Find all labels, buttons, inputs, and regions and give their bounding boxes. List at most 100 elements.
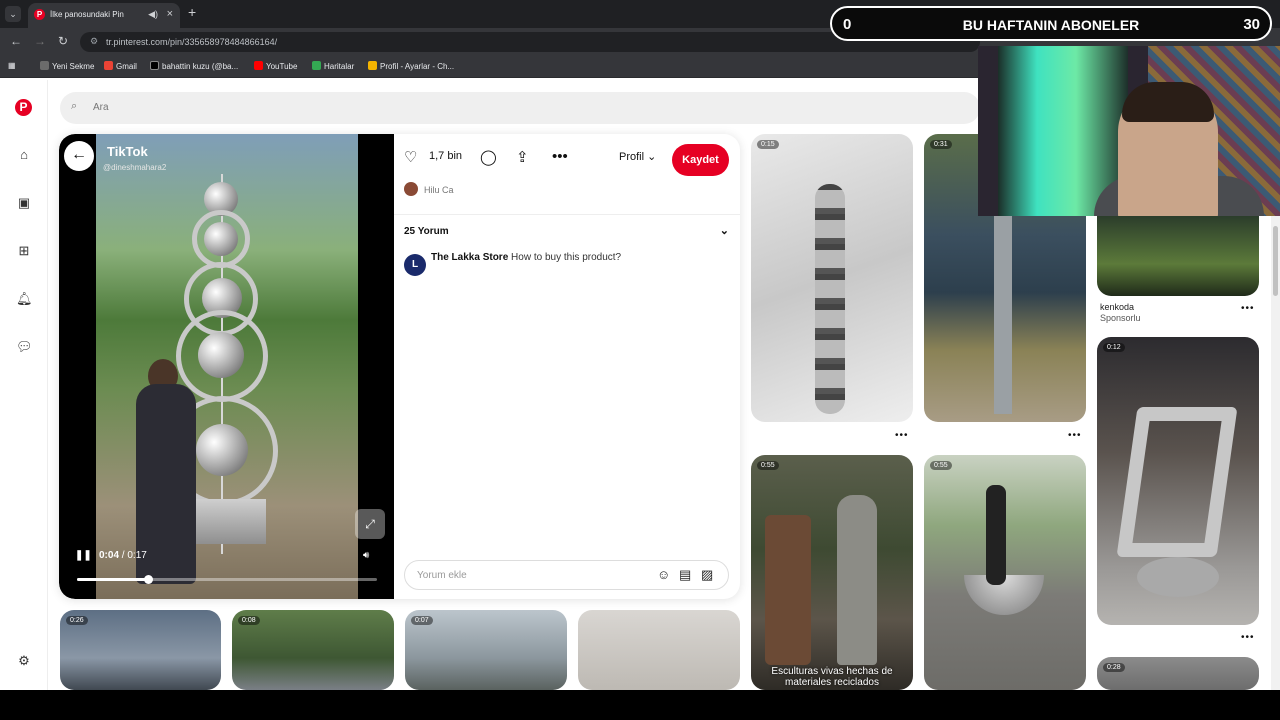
bookmark-profile[interactable]: Profil - Ayarlar - Ch... [368,61,454,71]
pin-video[interactable]: ← TikTok @dineshmahara2 ⤢ ❚❚ 0:04 / 0:17… [59,134,394,599]
pin-duration: 0:55 [930,461,952,470]
grid-pin[interactable]: 0:55 Esculturas vivas hechas de material… [751,455,913,690]
back-arrow-button[interactable]: ← [64,141,94,171]
screen: ⌄ P İlke panosundaki Pin ◀) × + ← → ↻ ⚙ … [0,0,1280,720]
sculpture [994,194,1012,414]
back-icon[interactable]: ← [10,34,22,48]
gmail-icon [104,61,113,70]
profile-board-select[interactable]: Profil ⌄ [619,150,656,163]
grid-pin-sponsored[interactable] [1097,216,1259,296]
comments-header[interactable]: 25 Yorum ⌄ [404,224,729,237]
tab-close-icon[interactable]: × [167,8,173,20]
save-button[interactable]: Kaydet [672,144,729,176]
search-icon: ⌕ [71,100,78,112]
person [986,485,1006,585]
comment-icon[interactable]: ◯ [480,148,497,166]
bookmark-maps[interactable]: Haritalar [312,61,354,71]
grid-pin[interactable]: 0:07 [405,610,567,690]
sponsor-name[interactable]: kenkoda [1100,302,1141,313]
pin-duration: 0:15 [757,140,779,149]
more-options-icon[interactable]: ••• [1241,632,1255,643]
webcam-hair [1122,82,1214,122]
pinterest-favicon-icon: P [34,9,45,20]
chevron-down-icon[interactable]: ⌄ [720,224,729,237]
browser-tab[interactable]: P İlke panosundaki Pin ◀) × [28,3,180,28]
page-scrollbar[interactable] [1271,216,1280,690]
pinterest-sidebar [0,80,48,690]
tab-audio-icon[interactable]: ◀) [148,9,158,20]
volume-icon[interactable]: 🔊︎ [363,550,369,561]
emoji-icon[interactable]: ☺ [657,567,670,582]
bookmark-new-tab[interactable]: Yeni Sekme [40,61,94,71]
pin-duration: 0:07 [411,616,433,625]
reload-icon[interactable]: ↻ [58,34,68,48]
create-icon[interactable]: ⊞ [16,243,32,259]
commenter-name[interactable]: The Lakka Store [431,252,508,263]
sculpture [815,184,845,414]
grid-pin[interactable]: 0:26 [60,610,221,690]
profile-icon [368,61,377,70]
tiktok-handle: @dineshmahara2 [103,163,167,172]
goal-title: BU HAFTANIN ABONELER [962,17,1140,33]
new-tab-button[interactable]: + [188,4,196,20]
divider [394,214,740,215]
commenter-avatar: L [404,254,426,276]
forward-icon[interactable]: → [34,34,46,48]
globe-icon [40,61,49,70]
site-info-icon[interactable]: ⚙ [90,36,98,47]
pin-author[interactable]: Hilu Ca [404,182,454,196]
sponsored-label: Sponsorlu [1100,313,1141,323]
grid-pin[interactable]: 0:15 [751,134,913,422]
person [837,495,877,665]
apps-icon[interactable]: ▦ [8,61,16,70]
pin-duration: 0:26 [66,616,88,625]
pin-caption: Esculturas vivas hechas de materiales re… [771,666,893,688]
subscriber-goal-bar: 0 BU HAFTANIN ABONELER 30 [830,6,1272,41]
pin-action-bar: ♡ 1,7 bin ◯ ⇪ ••• Profil ⌄ Kaydet [404,144,734,176]
explore-icon[interactable]: ▣ [16,195,32,211]
expand-icon[interactable]: ⤢ [355,509,385,539]
sculpture [1116,407,1238,557]
comment-text: How to buy this product? [511,252,622,263]
maps-icon [312,61,321,70]
video-progress-bar[interactable] [77,575,377,584]
bookmark-x[interactable]: bahattin kuzu (@ba... [150,61,238,71]
x-logo-icon [150,61,159,70]
grid-pin[interactable] [578,610,740,690]
pin-duration: 0:28 [1103,663,1125,672]
scrollbar-thumb[interactable] [1273,226,1278,296]
notifications-bell-icon[interactable]: 🔔︎ [16,291,33,307]
video-progress-handle[interactable] [143,575,153,584]
bookmark-gmail[interactable]: Gmail [104,61,137,71]
share-icon[interactable]: ⇪ [516,148,529,166]
heart-icon[interactable]: ♡ [404,148,417,166]
grid-pin[interactable]: 0:12 [1097,337,1259,625]
image-upload-icon[interactable]: ▨ [701,567,713,583]
author-avatar [404,182,418,196]
more-options-icon[interactable]: ••• [895,430,909,441]
sticker-icon[interactable]: ▤ [679,567,691,583]
comment-input[interactable]: Yorum ekle ☺ ▤ ▨ [404,560,729,590]
tiktok-label: TikTok [107,144,148,159]
tab-title: İlke panosundaki Pin [50,10,124,19]
settings-gear-icon[interactable]: ⚙ [16,653,32,669]
pinterest-logo-icon[interactable]: P [15,99,32,116]
pause-icon[interactable]: ❚❚ [75,550,92,561]
sculpture-ball [204,222,238,256]
more-options-icon[interactable]: ••• [552,148,568,165]
comment-item: L The Lakka Store How to buy this product… [404,252,621,276]
grid-pin[interactable]: 0:28 [1097,657,1259,690]
messages-icon[interactable]: 💬︎ [16,339,33,355]
more-options-icon[interactable]: ••• [1068,430,1082,441]
pin-duration: 0:12 [1103,343,1125,352]
home-icon[interactable]: ⌂ [16,147,32,163]
bookmark-youtube[interactable]: YouTube [254,61,297,71]
more-options-icon[interactable]: ••• [1241,303,1255,314]
tab-search-icon[interactable]: ⌄ [5,6,21,22]
url-text: tr.pinterest.com/pin/335658978484866164/ [106,37,278,47]
grid-pin[interactable]: 0:08 [232,610,394,690]
video-time: 0:04 / 0:17 [99,550,147,561]
search-input[interactable]: ⌕ Ara [60,92,980,124]
pin-closeup-card: ← TikTok @dineshmahara2 ⤢ ❚❚ 0:04 / 0:17… [59,134,740,599]
grid-pin[interactable]: 0:55 [924,455,1086,690]
